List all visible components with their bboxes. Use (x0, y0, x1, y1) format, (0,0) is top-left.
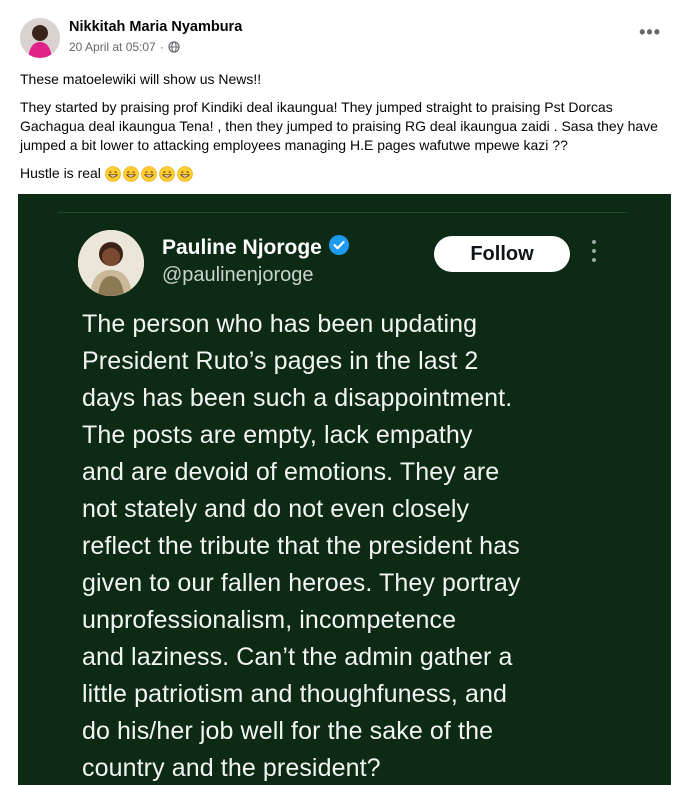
tweet-text-line: The posts are empty, lack empathy (82, 421, 473, 449)
facebook-post: Nikkitah Maria Nyambura 20 April at 05:0… (0, 0, 687, 785)
tweet-text-line: unprofessionalism, incompetence (82, 606, 457, 634)
tweet-text-line: President Ruto’s pages in the last 2 (82, 347, 479, 375)
post-closing: Hustle is real (20, 164, 670, 183)
tweet-top-divider (58, 212, 628, 213)
tweet-text: The person who has been updating Presiden… (82, 306, 642, 785)
tweet-text-line: little patriotism and thoughfuness, and (82, 680, 507, 708)
verified-badge-icon (328, 234, 350, 262)
grinning-emoji-icon (123, 165, 139, 182)
tweet-handle: @paulinenjoroge (162, 264, 314, 286)
separator-dot: · (159, 40, 164, 54)
author-name[interactable]: Nikkitah Maria Nyambura (69, 19, 242, 35)
tweet-text-line: given to our fallen heroes. They portray (82, 569, 521, 597)
tweet-text-line: do his/her job well for the sake of the (82, 717, 494, 745)
tweet-text-line: reflect the tribute that the president h… (82, 532, 520, 560)
more-options-icon[interactable]: ••• (639, 22, 661, 43)
emoji-row (105, 165, 193, 182)
tweet-text-line: country and the president? (82, 754, 381, 782)
post-paragraph-2: They started by praising prof Kindiki de… (20, 99, 658, 153)
tweet-text-line: not stately and do not even closely (82, 495, 470, 523)
tweet-avatar (78, 230, 144, 296)
tweet-text-line: and are devoid of emotions. They are (82, 458, 500, 486)
closing-text: Hustle is real (20, 165, 101, 181)
post-meta: 20 April at 05:07 · (69, 40, 180, 54)
tweet-text-line: and laziness. Can’t the admin gather a (82, 643, 513, 671)
tweet-author: Pauline Njoroge (162, 234, 350, 262)
globe-icon[interactable] (168, 41, 180, 53)
tweet-text-line: days has been such a disappointment. (82, 384, 513, 412)
author-avatar[interactable] (20, 18, 60, 58)
grinning-emoji-icon (105, 165, 121, 182)
grinning-emoji-icon (177, 165, 193, 182)
follow-button: Follow (434, 236, 570, 272)
grinning-emoji-icon (159, 165, 175, 182)
tweet-more-icon (591, 240, 597, 266)
tweet-screenshot[interactable]: Pauline Njoroge @paulinenjoroge Follow T… (18, 194, 671, 785)
grinning-emoji-icon (141, 165, 157, 182)
post-timestamp[interactable]: 20 April at 05:07 (69, 40, 156, 54)
tweet-text-line: The person who has been updating (82, 310, 478, 338)
tweet-author-name: Pauline Njoroge (162, 236, 322, 259)
post-paragraph-1: These matoelewiki will show us News!! (20, 71, 262, 87)
